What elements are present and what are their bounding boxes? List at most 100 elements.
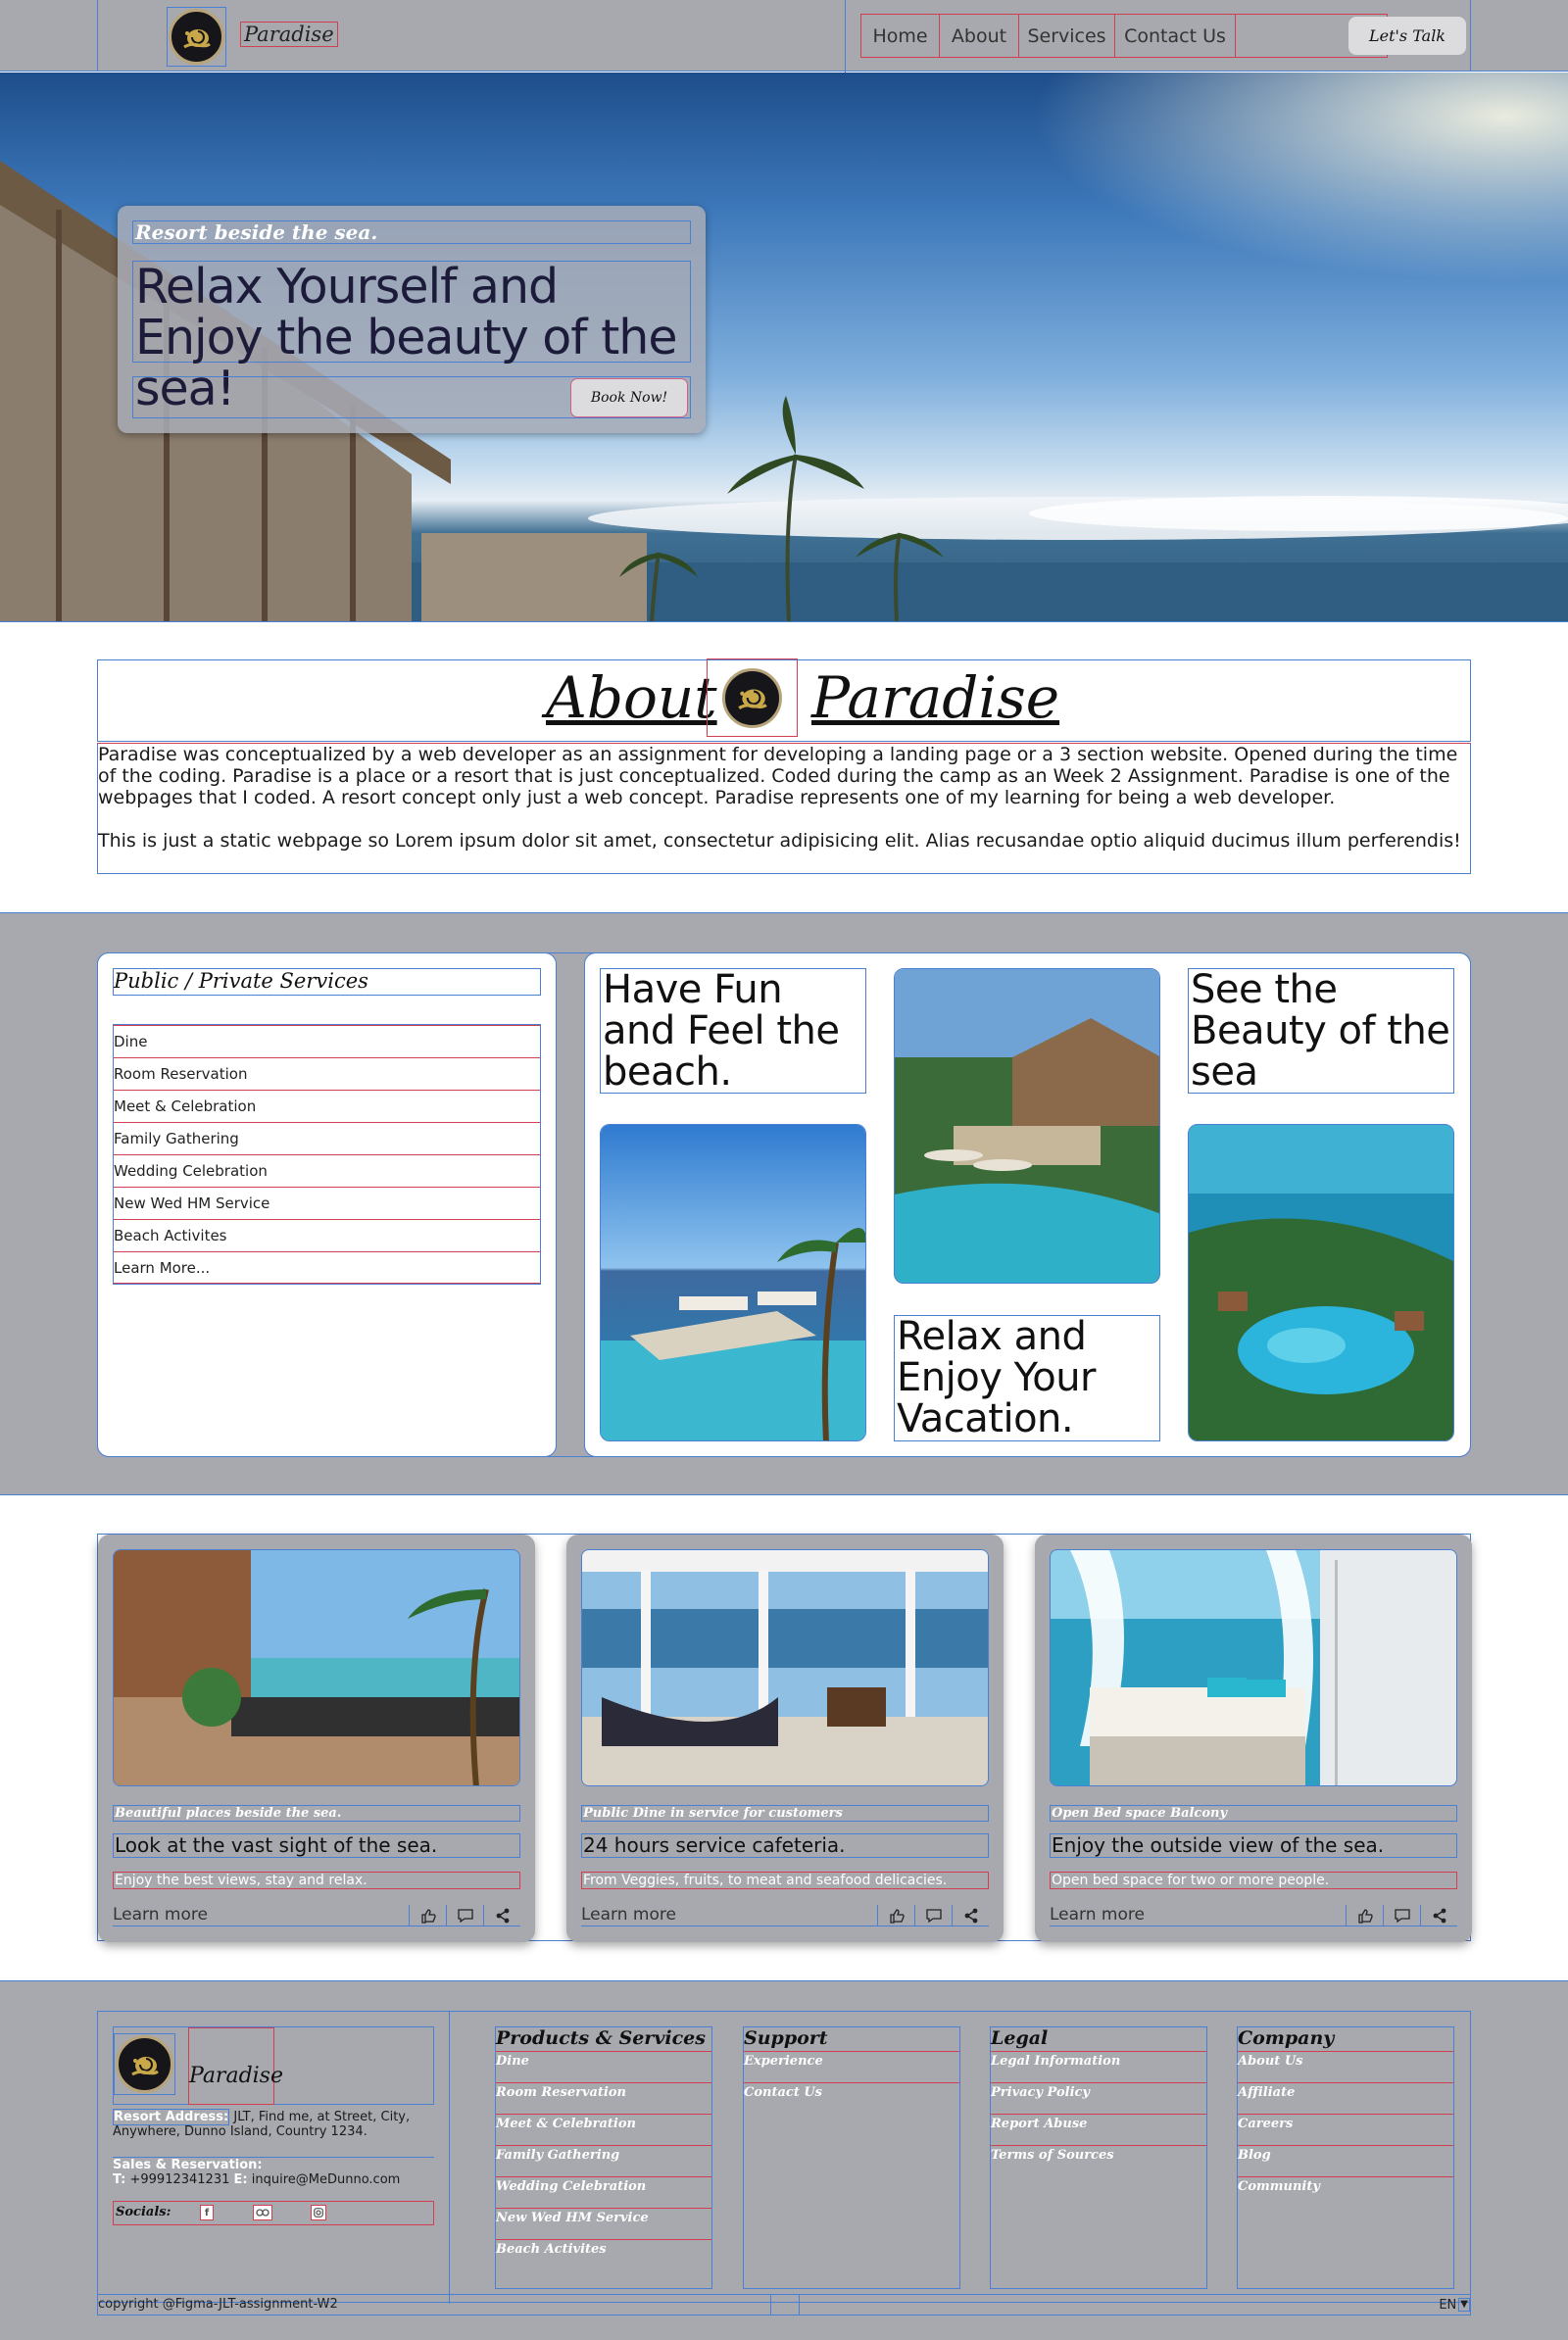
footer-link-dine[interactable]: Dine: [496, 2051, 711, 2082]
snail-logo-icon: [169, 9, 224, 65]
cards-section: Beautiful places beside the sea. Look at…: [97, 1534, 1472, 1942]
card-description: Enjoy the best views, stay and relax.: [113, 1872, 520, 1889]
card-bed-balcony: Open Bed space Balcony Enjoy the outside…: [1035, 1535, 1472, 1942]
address-text: JLT, Find me, at Street, City,: [233, 2110, 411, 2124]
service-item-family-gathering[interactable]: Family Gathering: [114, 1122, 540, 1154]
services-section: Public / Private Services Dine Room Rese…: [0, 912, 1568, 1495]
card-eyebrow: Open Bed space Balcony: [1050, 1805, 1457, 1822]
share-icon[interactable]: [952, 1905, 989, 1926]
about-paragraph-1: Paradise was conceptualized by a web dev…: [98, 744, 1458, 808]
service-item-new-wed-hm[interactable]: New Wed HM Service: [114, 1187, 540, 1219]
footer-link-careers[interactable]: Careers: [1238, 2114, 1453, 2145]
footer-link-blog[interactable]: Blog: [1238, 2145, 1453, 2176]
learn-more-link[interactable]: Learn more: [113, 1905, 208, 1925]
footer-col-products: Products & Services Dine Room Reservatio…: [495, 2026, 712, 2289]
copyright-text: copyright @Figma-JLT-assignment-W2: [98, 2297, 338, 2312]
gallery-image-beach-loungers: [600, 1124, 866, 1441]
about-title-right: Paradise: [811, 664, 1060, 731]
brand-name[interactable]: Paradise: [240, 22, 338, 47]
service-item-room-reservation[interactable]: Room Reservation: [114, 1057, 540, 1090]
tel-value[interactable]: +99912341231: [130, 2172, 230, 2187]
hero-eyebrow: Resort beside the sea.: [132, 220, 691, 244]
card-description: From Veggies, fruits, to meat and seafoo…: [581, 1872, 989, 1889]
learn-more-link[interactable]: Learn more: [581, 1905, 676, 1925]
service-item-wedding-celebration[interactable]: Wedding Celebration: [114, 1154, 540, 1187]
language-value: EN: [1439, 2297, 1457, 2313]
hero-card: Resort beside the sea. Relax Yourself an…: [118, 206, 706, 433]
logo-link[interactable]: [167, 7, 226, 67]
card-image-dining: [581, 1549, 989, 1786]
footer-logo[interactable]: [114, 2033, 175, 2095]
share-icon[interactable]: [483, 1905, 520, 1926]
card-description: Open bed space for two or more people.: [1050, 1872, 1457, 1889]
footer-link-terms-of-sources[interactable]: Terms of Sources: [991, 2145, 1206, 2176]
services-title: Public / Private Services: [113, 968, 541, 996]
footer-col-title: Company: [1238, 2027, 1335, 2049]
comment-icon[interactable]: [1383, 1905, 1420, 1926]
site-header: Paradise Home About Services Contact Us …: [0, 0, 1568, 73]
service-item-learn-more[interactable]: Learn More...: [114, 1251, 540, 1284]
card-eyebrow: Beautiful places beside the sea.: [113, 1805, 520, 1822]
footer-link-contact-us[interactable]: Contact Us: [744, 2082, 959, 2114]
footer-divider: [449, 2012, 450, 2304]
services-panel: Public / Private Services Dine Room Rese…: [97, 952, 557, 1457]
footer-link-new-wed-hm[interactable]: New Wed HM Service: [496, 2208, 711, 2239]
footer-link-about-us[interactable]: About Us: [1238, 2051, 1453, 2082]
thumbs-up-icon[interactable]: [409, 1905, 446, 1926]
footer-link-wedding-celebration[interactable]: Wedding Celebration: [496, 2176, 711, 2208]
chevron-down-icon: ▼: [1458, 2298, 1470, 2312]
copyright-spacer: [770, 2295, 800, 2315]
footer-link-affiliate[interactable]: Affiliate: [1238, 2082, 1453, 2114]
address-text-2: Anywhere, Dunno Island, Country 1234.: [113, 2124, 368, 2139]
footer-brand: Paradise: [113, 2026, 434, 2105]
email-value[interactable]: inquire@MeDunno.com: [252, 2172, 401, 2187]
gallery-heading-relax: Relax and Enjoy Your Vacation.: [894, 1315, 1160, 1441]
thumbs-up-icon[interactable]: [877, 1905, 914, 1926]
instagram-icon[interactable]: [311, 2205, 326, 2220]
footer-brand-name: Paradise: [189, 2064, 283, 2088]
email-label: E:: [233, 2172, 248, 2187]
footer-link-experience[interactable]: Experience: [744, 2051, 959, 2082]
hero-title: Relax Yourself and Enjoy the beauty of t…: [132, 261, 691, 414]
card-actions: [1346, 1905, 1457, 1926]
footer-col-company: Company About Us Affiliate Careers Blog …: [1237, 2026, 1454, 2289]
card-title: 24 hours service cafeteria.: [581, 1833, 989, 1858]
about-body: Paradise was conceptualized by a web dev…: [97, 743, 1471, 874]
footer-link-room-reservation[interactable]: Room Reservation: [496, 2082, 711, 2114]
service-item-dine[interactable]: Dine: [114, 1025, 540, 1057]
gallery-panel: Have Fun and Feel the beach. Relax and E…: [584, 952, 1471, 1457]
footer-link-family-gathering[interactable]: Family Gathering: [496, 2145, 711, 2176]
footer-link-privacy-policy[interactable]: Privacy Policy: [991, 2082, 1206, 2114]
footer-link-legal-information[interactable]: Legal Information: [991, 2051, 1206, 2082]
card-eyebrow: Public Dine in service for customers: [581, 1805, 989, 1822]
footer-col-support: Support Experience Contact Us: [743, 2026, 960, 2289]
sales-label: Sales & Reservation:: [113, 2158, 263, 2172]
service-item-beach-activities[interactable]: Beach Activites: [114, 1219, 540, 1251]
tripadvisor-icon[interactable]: [253, 2205, 272, 2220]
footer-link-report-abuse[interactable]: Report Abuse: [991, 2114, 1206, 2145]
card-title: Look at the vast sight of the sea.: [113, 1833, 520, 1858]
card-footer: Learn more: [113, 1905, 520, 1926]
address-label: Resort Address:: [113, 2109, 230, 2125]
thumbs-up-icon[interactable]: [1346, 1905, 1383, 1926]
share-icon[interactable]: [1420, 1905, 1457, 1926]
footer-link-beach-activities[interactable]: Beach Activites: [496, 2239, 711, 2270]
card-title: Enjoy the outside view of the sea.: [1050, 1833, 1457, 1858]
service-item-meet-celebration[interactable]: Meet & Celebration: [114, 1090, 540, 1122]
facebook-icon[interactable]: f: [200, 2205, 214, 2220]
language-select[interactable]: EN ▼: [1439, 2296, 1470, 2314]
lets-talk-button[interactable]: Let's Talk: [1348, 17, 1466, 55]
gallery-heading-fun: Have Fun and Feel the beach.: [600, 968, 866, 1094]
learn-more-link[interactable]: Learn more: [1050, 1905, 1145, 1925]
gallery-heading-beauty: See the Beauty of the sea: [1188, 968, 1454, 1094]
comment-icon[interactable]: [446, 1905, 483, 1926]
footer-container: Paradise Resort Address: JLT, Find me, a…: [97, 2011, 1471, 2304]
comment-icon[interactable]: [914, 1905, 952, 1926]
footer-col-title: Products & Services: [496, 2027, 706, 2049]
socials-label: Socials:: [116, 2205, 172, 2219]
book-now-button[interactable]: Book Now!: [570, 378, 688, 417]
footer-link-meet-celebration[interactable]: Meet & Celebration: [496, 2114, 711, 2145]
footer-link-community[interactable]: Community: [1238, 2176, 1453, 2208]
card-footer: Learn more: [581, 1905, 989, 1926]
footer-col-title: Legal: [991, 2027, 1049, 2049]
